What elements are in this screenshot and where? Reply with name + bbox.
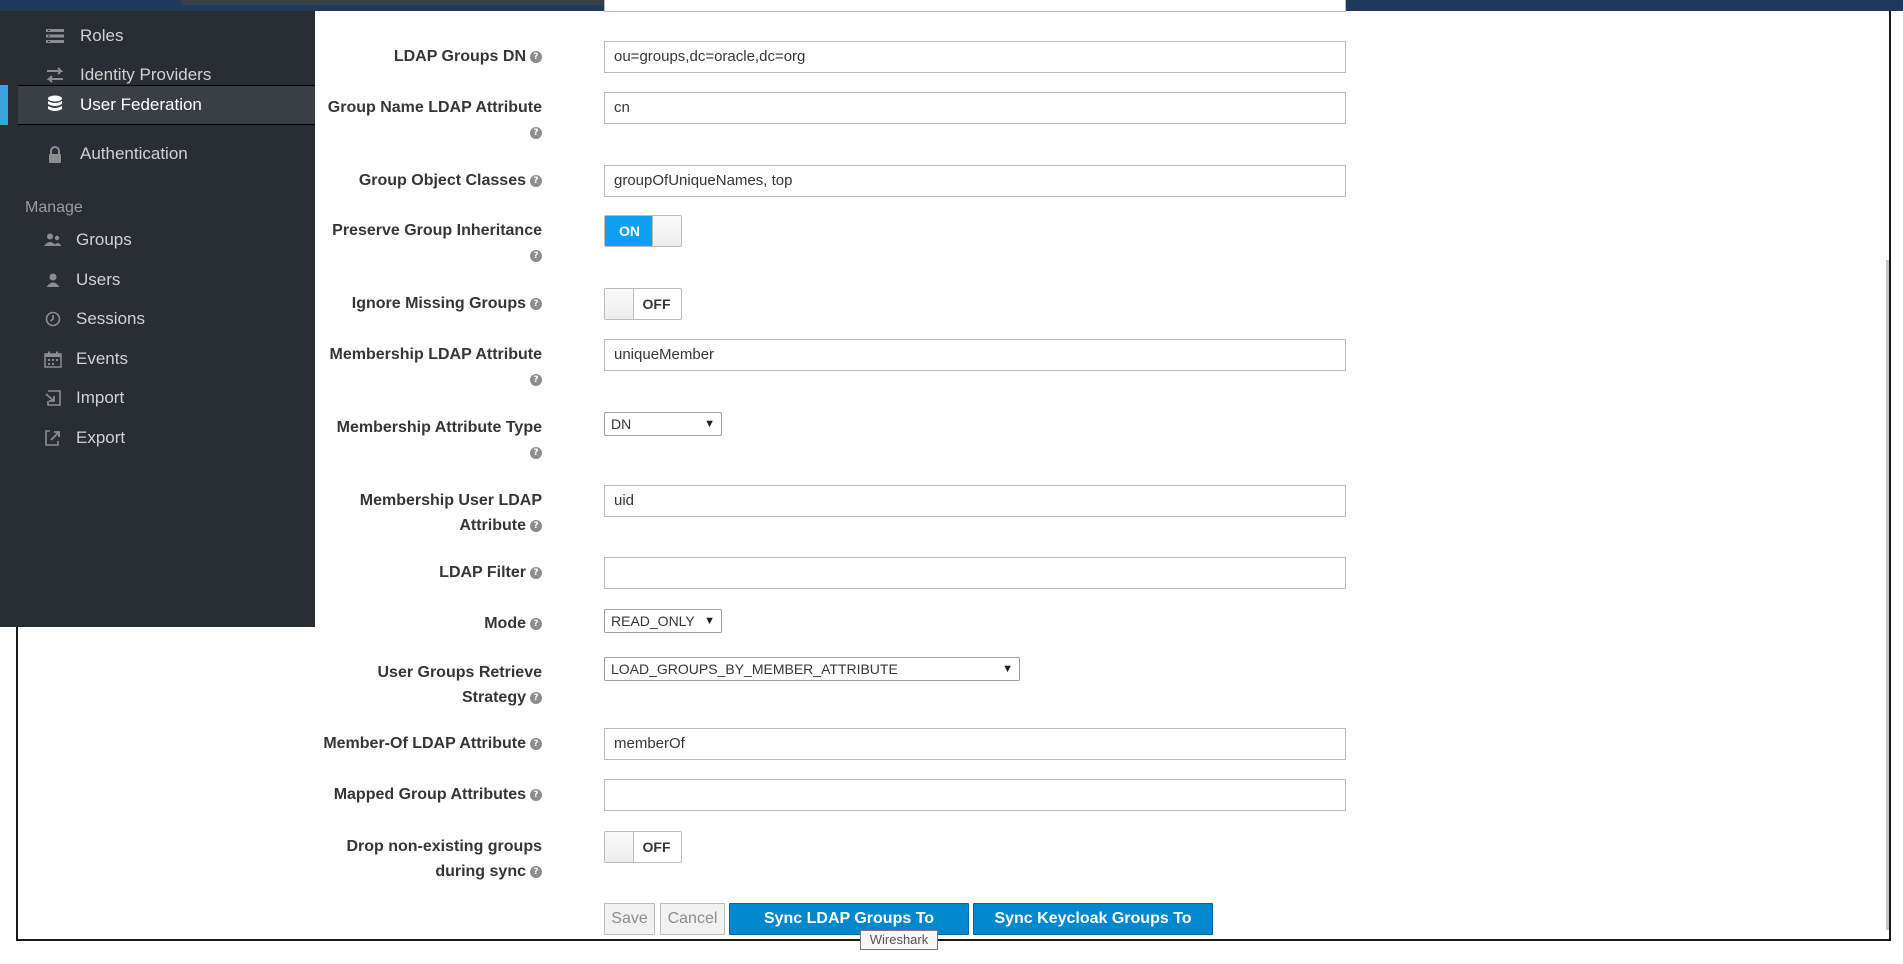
toggle-knob (652, 216, 681, 246)
ldap-groups-dn-label: LDAP Groups DN? (312, 44, 542, 69)
sidebar-item-users[interactable]: Users (18, 261, 315, 299)
ignore-missing-toggle[interactable]: OFF (604, 288, 682, 320)
sidebar-item-label: Events (76, 349, 128, 368)
help-icon[interactable]: ? (530, 249, 542, 262)
toggle-off-label: OFF (642, 839, 671, 855)
active-indicator (0, 85, 8, 125)
sidebar-item-groups[interactable]: Groups (18, 221, 315, 259)
mapped-group-attrs-label: Mapped Group Attributes? (282, 782, 542, 807)
sidebar-item-sessions[interactable]: Sessions (18, 300, 315, 338)
lock-icon (44, 143, 66, 165)
sidebar-item-label: Sessions (76, 309, 145, 328)
sidebar-item-label: Groups (76, 230, 132, 249)
preserve-inheritance-label: Preserve Group Inheritance? (332, 222, 542, 262)
mapped-group-attrs-input[interactable] (604, 779, 1346, 811)
scrollbar[interactable] (1886, 260, 1889, 930)
mode-select[interactable]: READ_ONLY ▼ (604, 609, 722, 633)
retrieve-strategy-label: User Groups Retrieve Strategy? (377, 664, 542, 706)
users-icon (42, 229, 64, 251)
select-value: READ_ONLY (611, 613, 695, 629)
sync-keycloak-to-ldap-button[interactable]: Sync Keycloak Groups To LDAP (973, 903, 1213, 957)
toggle-on-label: ON (605, 216, 654, 246)
drop-non-existing-label: Drop non-existing groups during sync? (346, 838, 542, 880)
mode-label: Mode? (312, 611, 542, 636)
clock-icon (42, 308, 64, 330)
save-button[interactable]: Save (604, 903, 655, 935)
user-icon (42, 269, 64, 291)
tooltip: Wireshark (860, 930, 938, 950)
member-of-attr-input[interactable]: memberOf (604, 728, 1346, 760)
help-icon[interactable]: ? (530, 566, 542, 579)
preserve-inheritance-toggle[interactable]: ON (604, 215, 682, 247)
retrieve-strategy-select[interactable]: LOAD_GROUPS_BY_MEMBER_ATTRIBUTE ▼ (604, 657, 1020, 681)
cutoff-input[interactable] (604, 0, 1346, 12)
ldap-filter-input[interactable] (604, 557, 1346, 589)
help-icon[interactable]: ? (530, 297, 542, 310)
export-icon (42, 427, 64, 449)
ldap-filter-label: LDAP Filter? (312, 560, 542, 585)
help-icon[interactable]: ? (530, 50, 542, 63)
group-name-attr-label: Group Name LDAP Attribute? (327, 99, 542, 139)
cancel-button[interactable]: Cancel (660, 903, 725, 935)
sidebar-item-label: Import (76, 388, 125, 407)
member-of-attr-label: Member-Of LDAP Attribute? (282, 731, 542, 756)
membership-type-label: Membership Attribute Type? (336, 419, 542, 459)
toggle-off-label: OFF (642, 296, 671, 312)
help-icon[interactable]: ? (530, 446, 542, 459)
select-value: LOAD_GROUPS_BY_MEMBER_ATTRIBUTE (611, 661, 898, 677)
caret-down-icon: ▼ (704, 418, 715, 430)
help-icon[interactable]: ? (530, 373, 542, 386)
ignore-missing-label: Ignore Missing Groups? (312, 291, 542, 316)
sidebar-item-label: Authentication (80, 144, 188, 163)
group-object-classes-label: Group Object Classes? (312, 168, 542, 193)
help-icon[interactable]: ? (530, 737, 542, 750)
membership-user-attr-label: Membership User LDAP Attribute? (359, 492, 542, 534)
sidebar-item-label: Identity Providers (80, 65, 212, 84)
membership-type-select[interactable]: DN ▼ (604, 412, 722, 436)
section-label-manage: Manage (25, 199, 83, 216)
group-name-attr-input[interactable]: cn (604, 92, 1346, 124)
help-icon[interactable]: ? (530, 865, 542, 878)
sidebar-item-authentication[interactable]: Authentication (18, 135, 315, 173)
sidebar-item-import[interactable]: Import (18, 379, 315, 417)
membership-user-attr-input[interactable]: uid (604, 485, 1346, 517)
help-icon[interactable]: ? (530, 126, 542, 139)
group-object-classes-input[interactable]: groupOfUniqueNames, top (604, 165, 1346, 197)
sidebar-item-roles[interactable]: Roles (18, 17, 315, 55)
caret-down-icon: ▼ (1002, 663, 1013, 675)
drop-non-existing-toggle[interactable]: OFF (604, 831, 682, 863)
help-icon[interactable]: ? (530, 788, 542, 801)
help-icon[interactable]: ? (530, 174, 542, 187)
sidebar-item-label: Roles (80, 26, 124, 45)
caret-down-icon: ▼ (704, 615, 715, 627)
sidebar-item-events[interactable]: Events (18, 340, 315, 378)
sidebar-item-label: Export (76, 428, 126, 447)
help-icon[interactable]: ? (530, 519, 542, 532)
import-icon (42, 387, 64, 409)
exchange-icon (44, 64, 66, 86)
sidebar: Roles Identity Providers User Federation… (0, 11, 315, 627)
select-value: DN (611, 416, 632, 432)
list-icon (44, 25, 66, 47)
toggle-knob (605, 289, 634, 319)
ldap-groups-dn-input[interactable]: ou=groups,dc=oracle,dc=org (604, 41, 1346, 73)
database-icon (44, 94, 66, 116)
toggle-knob (605, 832, 634, 862)
sidebar-item-label: Users (76, 270, 121, 289)
help-icon[interactable]: ? (530, 617, 542, 630)
sidebar-item-export[interactable]: Export (18, 419, 315, 457)
membership-attr-input[interactable]: uniqueMember (604, 339, 1346, 371)
sidebar-item-label: User Federation (80, 95, 202, 114)
sidebar-item-user-federation[interactable]: User Federation (18, 85, 315, 125)
membership-attr-label: Membership LDAP Attribute? (329, 346, 542, 386)
calendar-icon (42, 348, 64, 370)
help-icon[interactable]: ? (530, 691, 542, 704)
